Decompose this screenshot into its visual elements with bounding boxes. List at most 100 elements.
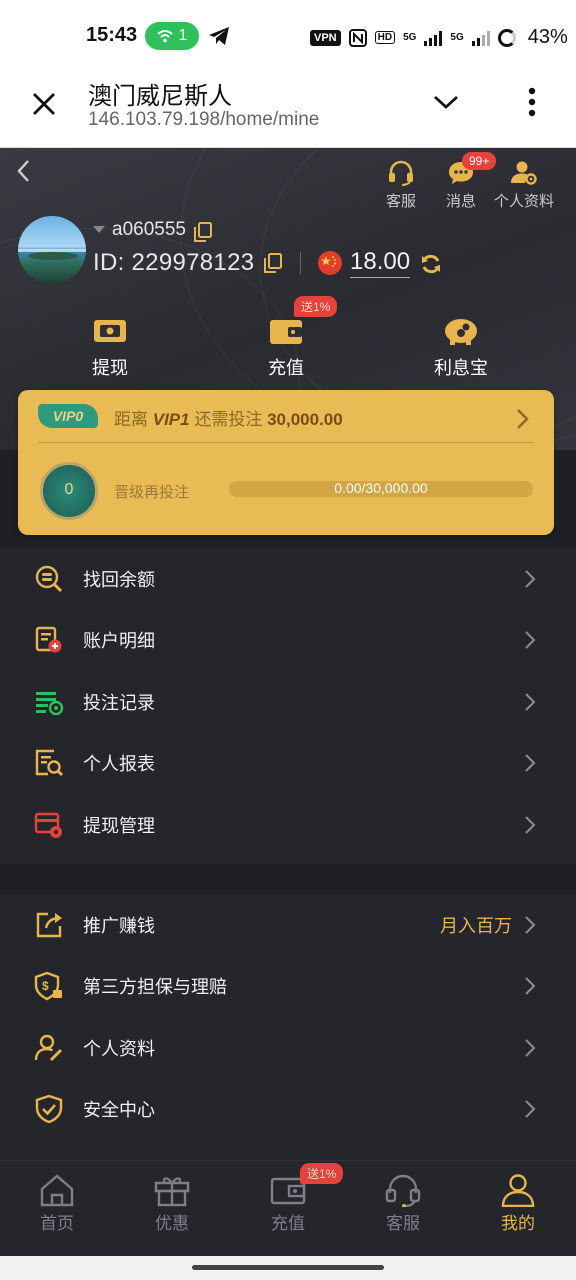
- user-settings-icon: [511, 161, 537, 185]
- deposit-tab-badge: 送1%: [300, 1163, 344, 1184]
- deposit-label: 充值: [268, 358, 304, 378]
- menu-label: 推广赚钱: [83, 915, 155, 936]
- home-indicator[interactable]: [192, 1265, 384, 1270]
- user-id: ID: 229978123: [93, 249, 255, 276]
- tab-mine[interactable]: 我的: [478, 1173, 558, 1234]
- copy-id-icon[interactable]: [264, 253, 282, 273]
- vip-required-amount: 30,000.00: [267, 410, 343, 429]
- close-icon[interactable]: [30, 90, 58, 118]
- menu-item-withdraw-manage[interactable]: 提现管理: [0, 794, 576, 856]
- system-nav-bar: [0, 1256, 576, 1280]
- nfc-icon: [348, 28, 367, 47]
- menu-item-promote[interactable]: 推广赚钱 月入百万: [0, 894, 576, 956]
- user-edit-icon: [34, 1034, 63, 1061]
- tab-mine-label: 我的: [501, 1214, 535, 1233]
- telegram-icon: [209, 27, 229, 45]
- tab-support-label: 客服: [386, 1214, 420, 1233]
- user-icon: [501, 1174, 535, 1207]
- chevron-right-icon[interactable]: [516, 408, 530, 430]
- menu-label: 投注记录: [83, 692, 155, 713]
- menu-item-guarantee[interactable]: $ 第三方担保与理赔: [0, 956, 576, 1018]
- profile-button[interactable]: 个人资料: [490, 160, 558, 211]
- chevron-right-icon: [525, 693, 536, 711]
- menu-label: 提现管理: [83, 815, 155, 836]
- bet-record-icon: [36, 691, 64, 715]
- share-icon: [36, 912, 62, 937]
- profile-label: 个人资料: [493, 193, 554, 210]
- status-icons: VPN HD 5G 5G 43%: [310, 26, 568, 49]
- support-button[interactable]: 客服: [378, 160, 424, 211]
- hotspot-count: 1: [178, 27, 188, 44]
- withdraw-ticket-icon: [94, 320, 126, 342]
- svg-text:$: $: [42, 979, 49, 993]
- signal-icon: [424, 30, 443, 46]
- deposit-action[interactable]: 充值: [236, 312, 336, 380]
- withdraw-manage-icon: [34, 812, 62, 838]
- menu-label: 安全中心: [83, 1100, 155, 1121]
- copy-username-icon[interactable]: [194, 222, 212, 242]
- hd-icon: HD: [374, 31, 396, 44]
- username: a060555: [112, 219, 186, 240]
- chevron-down-icon[interactable]: [432, 92, 460, 112]
- vip-card[interactable]: VIP0 距离 VIP1 还需投注 30,000.00 0 晋级再投注 0.00…: [18, 390, 554, 535]
- menu-item-bet-record[interactable]: 投注记录: [0, 671, 576, 733]
- vip-tag: VIP0: [38, 404, 98, 428]
- vip-progress-bar: 0.00/30,000.00: [229, 480, 533, 497]
- menu-label: 账户明细: [83, 631, 155, 652]
- menu-item-security[interactable]: 安全中心: [0, 1079, 576, 1141]
- tab-support[interactable]: 客服: [363, 1173, 443, 1234]
- vip-medal-icon: 0: [40, 462, 98, 520]
- wallet-icon: [270, 320, 302, 344]
- wifi-icon: [156, 30, 173, 43]
- menu-label: 第三方担保与理赔: [83, 977, 227, 998]
- report-search-icon: [35, 750, 64, 777]
- headset-icon: [389, 160, 413, 186]
- account-menu: 找回余额 账户明细 投注记录 个人报表 提现管理: [0, 548, 576, 864]
- menu-item-account-detail[interactable]: 账户明细: [0, 610, 576, 672]
- headset-icon: [385, 1174, 421, 1207]
- vip-progress-text: 距离 VIP1 还需投注 30,000.00: [114, 405, 343, 430]
- piggy-bank-icon: [445, 319, 477, 345]
- avatar[interactable]: [18, 216, 86, 284]
- vpn-icon: VPN: [310, 29, 341, 46]
- divider: [300, 252, 301, 274]
- vip-line-prefix: 距离: [114, 410, 148, 429]
- bottom-nav: 首页 优惠 充值 客服 我的: [0, 1160, 576, 1256]
- section-gap: [0, 864, 576, 894]
- browser-url[interactable]: 146.103.79.198/home/mine: [88, 109, 319, 131]
- menu-item-recover-balance[interactable]: 找回余额: [0, 548, 576, 610]
- withdraw-action[interactable]: 提现: [60, 312, 160, 380]
- chevron-right-icon: [525, 1100, 536, 1118]
- refresh-icon[interactable]: [420, 253, 442, 275]
- chevron-right-icon: [525, 570, 536, 588]
- status-time: 15:43: [86, 24, 138, 46]
- chevron-right-icon: [525, 816, 536, 834]
- caret-down-icon[interactable]: [93, 226, 105, 233]
- menu-item-personal-report[interactable]: 个人报表: [0, 733, 576, 795]
- messages-label: 消息: [445, 193, 476, 210]
- back-arrow-icon[interactable]: [14, 158, 34, 184]
- deposit-bonus-badge: 送1%: [294, 296, 338, 317]
- hotspot-pill: 1: [145, 22, 199, 50]
- promote-highlight: 月入百万: [440, 915, 512, 936]
- china-flag-icon: [318, 251, 342, 275]
- shield-check-icon: [35, 1094, 63, 1124]
- upgrade-label: 晋级再投注: [114, 484, 190, 501]
- tab-promo[interactable]: 优惠: [132, 1173, 212, 1234]
- signal-icon-2: [471, 30, 490, 46]
- menu-item-personal-info[interactable]: 个人资料: [0, 1017, 576, 1079]
- coin-search-icon: [35, 565, 63, 592]
- home-icon: [40, 1174, 74, 1207]
- menu-label: 找回余额: [83, 569, 155, 590]
- chevron-right-icon: [525, 977, 536, 995]
- chevron-right-icon: [525, 1039, 536, 1057]
- more-vertical-icon[interactable]: [524, 86, 540, 122]
- withdraw-label: 提现: [92, 358, 128, 378]
- messages-badge: 99+: [462, 152, 497, 170]
- vip-medal-level: 0: [64, 481, 74, 498]
- tab-home[interactable]: 首页: [17, 1173, 97, 1234]
- interest-action[interactable]: 利息宝: [411, 312, 511, 380]
- browser-toolbar: 澳门威尼斯人 146.103.79.198/home/mine: [0, 72, 576, 148]
- account-detail-icon: [35, 627, 62, 653]
- network-5g-label: 5G: [403, 32, 417, 43]
